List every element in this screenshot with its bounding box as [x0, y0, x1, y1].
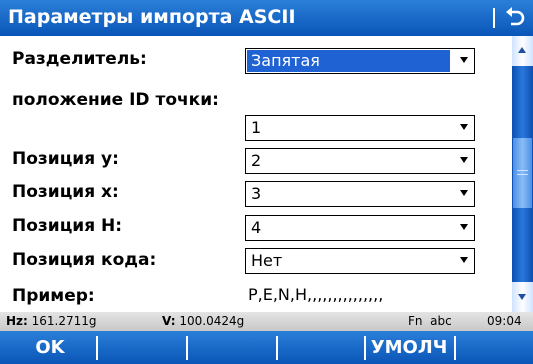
title-bar: Параметры импорта ASCII [0, 0, 533, 36]
title-separator [493, 8, 495, 28]
back-button[interactable] [500, 3, 530, 33]
scroll-down-button[interactable] [512, 282, 533, 312]
pos-h-dropdown[interactable]: 4 [245, 215, 475, 241]
scroll-up-button[interactable] [512, 36, 533, 66]
chevron-down-icon [460, 190, 468, 196]
chevron-down-icon [460, 124, 468, 130]
pos-x-label: Позиция x: [12, 182, 119, 202]
pos-y-dropdown[interactable]: 2 [245, 148, 475, 174]
hz-readout: Hz: 161.2711g [6, 314, 97, 328]
v-value: 100.0424g [179, 314, 245, 328]
softkey-separator [96, 336, 98, 360]
point-id-label: положение ID точки: [12, 90, 219, 110]
pos-y-value: 2 [251, 151, 262, 170]
example-label: Пример: [12, 286, 95, 306]
pos-code-dropdown[interactable]: Нет [245, 248, 475, 274]
point-id-value: 1 [251, 118, 262, 137]
pos-code-label: Позиция кода: [12, 250, 157, 270]
status-bar: Hz: 161.2711g V: 100.0424g Fn abc 09:04 [0, 312, 533, 331]
chevron-down-icon [460, 224, 468, 230]
softkey-separator [454, 336, 456, 360]
ok-button[interactable]: OK [10, 331, 90, 364]
pos-y-label: Позиция y: [12, 149, 119, 169]
v-label: V: [162, 314, 176, 328]
pos-x-value: 3 [251, 184, 262, 203]
hz-label: Hz: [6, 314, 28, 328]
chevron-down-icon [460, 57, 468, 63]
input-mode: Fn abc [408, 314, 452, 328]
return-arrow-icon [506, 7, 525, 26]
v-readout: V: 100.0424g [162, 314, 244, 328]
softkey-separator [276, 336, 278, 360]
default-button[interactable]: УМОЛЧ [366, 331, 452, 364]
pos-h-label: Позиция H: [12, 216, 123, 236]
point-id-dropdown[interactable]: 1 [245, 115, 475, 141]
import-settings-form: Разделитель: Запятая положение ID точки:… [0, 36, 512, 312]
pos-code-value: Нет [251, 251, 283, 270]
separator-label: Разделитель: [12, 49, 147, 69]
separator-value: Запятая [247, 50, 450, 72]
pos-h-value: 4 [251, 218, 262, 237]
chevron-down-icon [460, 157, 468, 163]
chevron-down-icon [460, 257, 468, 263]
softkey-bar: OK УМОЛЧ [0, 331, 533, 364]
vertical-scrollbar[interactable] [512, 36, 533, 312]
hz-value: 161.2711g [31, 314, 97, 328]
clock: 09:04 [487, 314, 522, 328]
scrollbar-thumb[interactable] [513, 138, 532, 208]
separator-dropdown[interactable]: Запятая [245, 48, 475, 74]
example-value: P,E,N,H,,,,,,,,,,,,,,, [248, 285, 384, 304]
softkey-separator [186, 336, 188, 360]
pos-x-dropdown[interactable]: 3 [245, 181, 475, 207]
page-title: Параметры импорта ASCII [8, 6, 296, 28]
